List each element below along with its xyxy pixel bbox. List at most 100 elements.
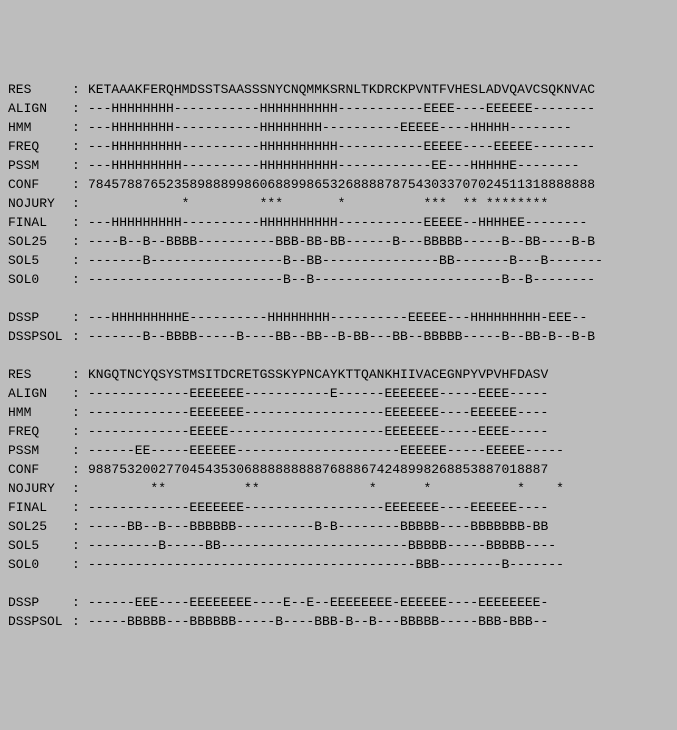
row-colon: : bbox=[72, 137, 88, 156]
row-sequence: 7845788765235898889986068899865326888878… bbox=[88, 175, 595, 194]
alignment-row: ALIGN: ---HHHHHHHH-----------HHHHHHHHHH-… bbox=[8, 99, 669, 118]
row-colon: : bbox=[72, 365, 88, 384]
row-label: RES bbox=[8, 365, 72, 384]
row-colon: : bbox=[72, 232, 88, 251]
row-colon: : bbox=[72, 593, 88, 612]
row-colon: : bbox=[72, 175, 88, 194]
row-label: DSSP bbox=[8, 308, 72, 327]
row-sequence: 9887532002770454353068888888887688867424… bbox=[88, 460, 548, 479]
row-sequence: ---HHHHHHHHH----------HHHHHHHHHH--------… bbox=[88, 137, 595, 156]
blank-row bbox=[8, 346, 669, 365]
row-label: PSSM bbox=[8, 441, 72, 460]
alignment-row: SOL5: ---------B-----BB-----------------… bbox=[8, 536, 669, 555]
row-sequence: ------EE-----EEEEEE---------------------… bbox=[88, 441, 564, 460]
row-label: DSSP bbox=[8, 593, 72, 612]
row-colon: : bbox=[72, 118, 88, 137]
alignment-row: DSSP: ------EEE----EEEEEEEE----E--E--EEE… bbox=[8, 593, 669, 612]
alignment-row: DSSPSOL: -----BBBBB---BBBBBB-----B----BB… bbox=[8, 612, 669, 631]
alignment-row: DSSP: ---HHHHHHHHHE----------HHHHHHHH---… bbox=[8, 308, 669, 327]
row-colon: : bbox=[72, 270, 88, 289]
row-colon: : bbox=[72, 555, 88, 574]
row-colon: : bbox=[72, 80, 88, 99]
row-label: SOL0 bbox=[8, 555, 72, 574]
row-sequence: ---HHHHHHHHHE----------HHHHHHHH---------… bbox=[88, 308, 587, 327]
row-label: ALIGN bbox=[8, 99, 72, 118]
row-label: DSSPSOL bbox=[8, 612, 72, 631]
alignment-row: CONF: 9887532002770454353068888888887688… bbox=[8, 460, 669, 479]
row-sequence: ---HHHHHHHHH----------HHHHHHHHHH--------… bbox=[88, 213, 587, 232]
row-label: DSSPSOL bbox=[8, 327, 72, 346]
alignment-row: NOJURY: ** ** * * * * bbox=[8, 479, 669, 498]
alignment-row: CONF: 7845788765235898889986068899865326… bbox=[8, 175, 669, 194]
row-label: PSSM bbox=[8, 156, 72, 175]
row-colon: : bbox=[72, 403, 88, 422]
row-label: NOJURY bbox=[8, 479, 72, 498]
row-colon: : bbox=[72, 213, 88, 232]
row-sequence: ------EEE----EEEEEEEE----E--E--EEEEEEEE-… bbox=[88, 593, 548, 612]
row-label: RES bbox=[8, 80, 72, 99]
alignment-row: SOL5: -------B-----------------B--BB----… bbox=[8, 251, 669, 270]
row-sequence: -------B-----------------B--BB----------… bbox=[88, 251, 603, 270]
alignment-row: NOJURY: * *** * *** ** ******** bbox=[8, 194, 669, 213]
alignment-row: HMM: ---HHHHHHHH-----------HHHHHHHH-----… bbox=[8, 118, 669, 137]
row-colon: : bbox=[72, 536, 88, 555]
row-sequence: ---------B-----BB-----------------------… bbox=[88, 536, 556, 555]
row-colon: : bbox=[72, 308, 88, 327]
row-label: CONF bbox=[8, 460, 72, 479]
row-colon: : bbox=[72, 479, 88, 498]
row-label: HMM bbox=[8, 403, 72, 422]
row-sequence: ----------------------------------------… bbox=[88, 555, 564, 574]
row-label: NOJURY bbox=[8, 194, 72, 213]
alignment-row: FINAL: ---HHHHHHHHH----------HHHHHHHHHH-… bbox=[8, 213, 669, 232]
alignment-row: RES: KETAAAKFERQHMDSSTSAASSSNYCNQMMKSRNL… bbox=[8, 80, 669, 99]
blank-row bbox=[8, 289, 669, 308]
row-sequence: ** ** * * * * bbox=[88, 479, 564, 498]
row-sequence: -------------EEEEEEE------------------EE… bbox=[88, 498, 548, 517]
row-label: FINAL bbox=[8, 498, 72, 517]
alignment-row: DSSPSOL: -------B--BBBB-----B----BB--BB-… bbox=[8, 327, 669, 346]
alignment-row: FINAL: -------------EEEEEEE-------------… bbox=[8, 498, 669, 517]
row-label: SOL25 bbox=[8, 517, 72, 536]
row-colon: : bbox=[72, 498, 88, 517]
alignment-row: RES: KNGQTNCYQSYSTMSITDCRETGSSKYPNCAYKTT… bbox=[8, 365, 669, 384]
row-sequence: -------------EEEEEEE------------------EE… bbox=[88, 403, 548, 422]
row-label: ALIGN bbox=[8, 384, 72, 403]
row-colon: : bbox=[72, 99, 88, 118]
alignment-row: PSSM: ------EE-----EEEEEE---------------… bbox=[8, 441, 669, 460]
row-colon: : bbox=[72, 194, 88, 213]
row-label: CONF bbox=[8, 175, 72, 194]
row-colon: : bbox=[72, 251, 88, 270]
row-label: SOL0 bbox=[8, 270, 72, 289]
row-label: FINAL bbox=[8, 213, 72, 232]
row-colon: : bbox=[72, 156, 88, 175]
row-sequence: * *** * *** ** ******** bbox=[88, 194, 548, 213]
row-colon: : bbox=[72, 441, 88, 460]
row-sequence: KETAAAKFERQHMDSSTSAASSSNYCNQMMKSRNLTKDRC… bbox=[88, 80, 595, 99]
row-sequence: ----B--B--BBBB----------BBB-BB-BB------B… bbox=[88, 232, 595, 251]
row-label: HMM bbox=[8, 118, 72, 137]
row-sequence: -------B--BBBB-----B----BB--BB--B-BB---B… bbox=[88, 327, 595, 346]
row-sequence: -----BBBBB---BBBBBB-----B----BBB-B--B---… bbox=[88, 612, 548, 631]
row-label: SOL5 bbox=[8, 251, 72, 270]
alignment-row: PSSM: ---HHHHHHHHH----------HHHHHHHHHH--… bbox=[8, 156, 669, 175]
row-colon: : bbox=[72, 517, 88, 536]
row-sequence: ---HHHHHHHH-----------HHHHHHHH----------… bbox=[88, 118, 572, 137]
row-label: SOL5 bbox=[8, 536, 72, 555]
row-sequence: -------------EEEEE--------------------EE… bbox=[88, 422, 548, 441]
alignment-row: ALIGN: -------------EEEEEEE-----------E-… bbox=[8, 384, 669, 403]
row-colon: : bbox=[72, 612, 88, 631]
row-label: FREQ bbox=[8, 137, 72, 156]
alignment-row: SOL0: ----------------------------------… bbox=[8, 555, 669, 574]
row-sequence: KNGQTNCYQSYSTMSITDCRETGSSKYPNCAYKTTQANKH… bbox=[88, 365, 548, 384]
row-colon: : bbox=[72, 460, 88, 479]
alignment-row: SOL25: ----B--B--BBBB----------BBB-BB-BB… bbox=[8, 232, 669, 251]
alignment-row: SOL0: -------------------------B--B-----… bbox=[8, 270, 669, 289]
alignment-row: FREQ: -------------EEEEE----------------… bbox=[8, 422, 669, 441]
row-sequence: -------------EEEEEEE-----------E------EE… bbox=[88, 384, 548, 403]
alignment-row: HMM: -------------EEEEEEE---------------… bbox=[8, 403, 669, 422]
alignment-row: SOL25: -----BB--B---BBBBBB----------B-B-… bbox=[8, 517, 669, 536]
row-sequence: -------------------------B--B-----------… bbox=[88, 270, 595, 289]
alignment-row: FREQ: ---HHHHHHHHH----------HHHHHHHHHH--… bbox=[8, 137, 669, 156]
row-sequence: -----BB--B---BBBBBB----------B-B--------… bbox=[88, 517, 548, 536]
row-sequence: ---HHHHHHHH-----------HHHHHHHHHH--------… bbox=[88, 99, 595, 118]
